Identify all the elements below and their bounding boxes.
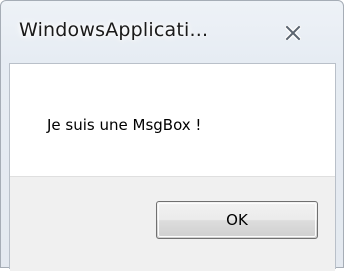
- dialog-content: Je suis une MsgBox ! OK: [9, 63, 336, 271]
- close-button[interactable]: [271, 21, 315, 47]
- close-x-icon: [283, 23, 303, 44]
- ok-button[interactable]: OK: [156, 201, 318, 239]
- message-text: Je suis une MsgBox !: [47, 116, 202, 134]
- title-bar[interactable]: WindowsApplicati...: [1, 1, 343, 63]
- message-box-window: WindowsApplicati... Je suis une MsgBox !…: [0, 0, 344, 271]
- window-title: WindowsApplicati...: [19, 19, 209, 41]
- button-bar: OK: [10, 176, 335, 271]
